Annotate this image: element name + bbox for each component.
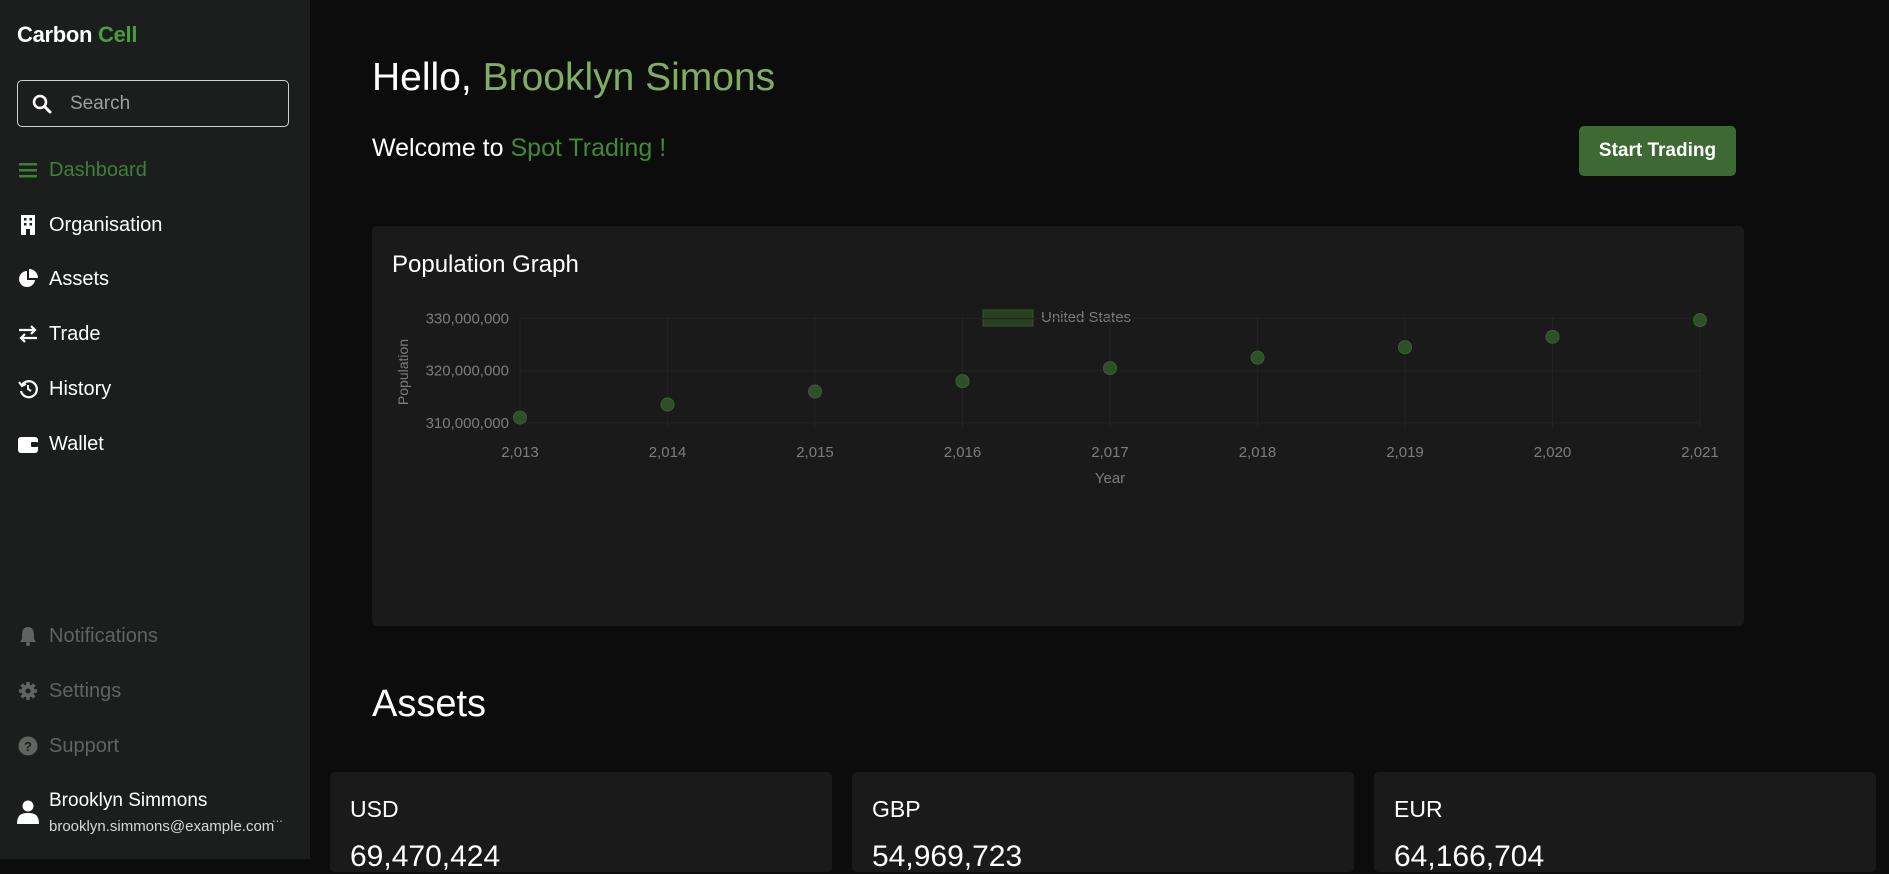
building-icon (17, 214, 39, 236)
start-trading-button[interactable]: Start Trading (1579, 126, 1736, 176)
history-icon (17, 378, 39, 400)
data-point (955, 374, 970, 389)
wallet-icon (17, 433, 39, 455)
welcome-prefix: Welcome to (372, 134, 504, 162)
data-point (1693, 313, 1707, 328)
x-tick-label: 2,018 (1239, 444, 1277, 461)
population-chart: United States 330,000,000 320,000,000 310,0… (395, 309, 1719, 487)
search-input[interactable] (68, 91, 272, 116)
sidebar-item-label: Organisation (49, 213, 163, 236)
sidebar-item-settings[interactable]: Settings (17, 676, 121, 706)
asset-value: 54,969,723 (872, 840, 1023, 873)
asset-value: 69,470,424 (350, 840, 501, 873)
population-graph-card: Population Graph United States 330,000,00… (372, 226, 1744, 626)
user-email: brooklyn.simmons@example.com (49, 818, 275, 835)
greeting-name: Brooklyn Simons (482, 56, 776, 99)
sidebar: Carbon Cell Dashboard Organisation (0, 0, 310, 859)
legend-swatch (982, 309, 1034, 327)
user-name: Brooklyn Simmons (49, 790, 208, 811)
asset-card-usd[interactable]: USD 69,470,424 (330, 772, 832, 873)
y-tick-label: 320,000,000 (426, 363, 509, 380)
sidebar-item-dashboard[interactable]: Dashboard (17, 155, 147, 185)
asset-currency: USD (350, 796, 399, 822)
asset-card-eur[interactable]: EUR 64,166,704 (1374, 772, 1876, 873)
sidebar-item-history[interactable]: History (17, 374, 111, 404)
welcome-message: Welcome to Spot Trading ! (372, 134, 666, 163)
data-point (1545, 329, 1560, 344)
graph-title: Population Graph (392, 251, 579, 278)
data-point (808, 384, 822, 399)
user-profile[interactable]: Brooklyn Simmons brooklyn.simmons@exampl… (17, 790, 283, 835)
sidebar-item-label: Settings (49, 679, 122, 702)
sidebar-item-wallet[interactable]: Wallet (17, 429, 104, 459)
sidebar-item-label: Assets (49, 267, 110, 290)
search-box[interactable] (17, 80, 289, 127)
sidebar-item-label: Dashboard (49, 158, 147, 181)
user-icon (17, 800, 39, 829)
x-tick-label: 2,015 (796, 444, 834, 461)
sidebar-item-label: Wallet (49, 432, 104, 455)
sidebar-item-label: Notifications (49, 624, 158, 647)
x-tick-label: 2,020 (1534, 444, 1572, 461)
sidebar-item-label: History (49, 377, 112, 400)
sidebar-item-assets[interactable]: Assets (17, 264, 109, 294)
y-tick-label: 330,000,000 (426, 311, 509, 328)
more-options-icon[interactable]: ... (272, 810, 283, 825)
data-point (660, 397, 675, 412)
pie-chart-icon (17, 268, 39, 290)
x-tick-label: 2,019 (1386, 444, 1424, 461)
help-icon: ? (17, 735, 39, 757)
brand-name-part1: Carbon (17, 22, 93, 47)
greeting-prefix: Hello, (372, 56, 472, 99)
welcome-accent: Spot Trading ! (510, 134, 667, 162)
gear-icon (17, 680, 39, 702)
svg-text:?: ? (24, 739, 32, 754)
sidebar-item-notifications[interactable]: Notifications (17, 621, 158, 651)
search-icon (32, 94, 52, 113)
data-point (1250, 350, 1265, 365)
x-tick-label: 2,016 (944, 444, 982, 461)
x-tick-label: 2,021 (1681, 444, 1719, 461)
x-axis-label: Year (1095, 470, 1125, 487)
asset-currency: EUR (1394, 796, 1443, 822)
swap-arrows-icon (17, 323, 39, 345)
legend-label: United States (1041, 309, 1131, 326)
x-tick-label: 2,017 (1091, 444, 1129, 461)
x-tick-label: 2,013 (501, 444, 539, 461)
data-point (1398, 340, 1412, 355)
asset-value: 64,166,704 (1394, 840, 1545, 873)
data-point (513, 410, 527, 425)
data-point (1103, 361, 1117, 376)
y-axis-label: Population (395, 339, 411, 405)
sidebar-item-support[interactable]: ? Support (17, 731, 119, 761)
bell-icon (17, 625, 39, 647)
greeting: Hello, Brooklyn Simons (372, 56, 775, 100)
asset-card-gbp[interactable]: GBP 54,969,723 (852, 772, 1354, 873)
asset-currency: GBP (872, 796, 921, 822)
brand-name-part2: Cell (98, 22, 138, 47)
x-tick-label: 2,014 (649, 444, 687, 461)
sidebar-item-label: Trade (49, 322, 101, 345)
assets-heading: Assets (372, 683, 487, 725)
sidebar-item-trade[interactable]: Trade (17, 319, 101, 349)
y-tick-label: 310,000,000 (426, 415, 509, 432)
brand-logo[interactable]: Carbon Cell (17, 22, 137, 48)
sidebar-item-label: Support (49, 734, 120, 757)
menu-icon (17, 159, 39, 181)
sidebar-item-organisation[interactable]: Organisation (17, 210, 162, 240)
